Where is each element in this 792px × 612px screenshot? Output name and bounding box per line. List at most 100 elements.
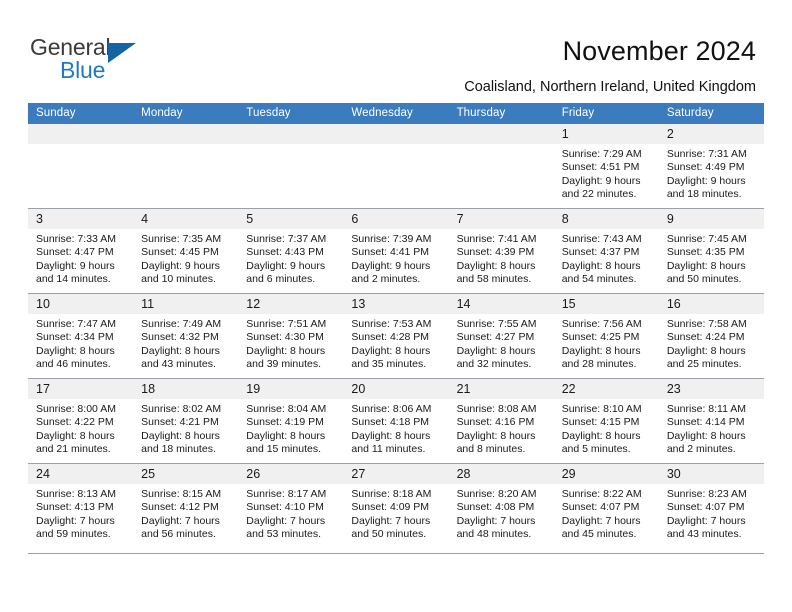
sunrise-text: Sunrise: 8:18 AM [351,488,432,500]
daylight-text: Daylight: 8 hours and 11 minutes. [351,429,431,456]
calendar-day-cell[interactable]: 16 Sunrise: 7:58 AM Sunset: 4:24 PM Dayligh… [658,293,764,379]
calendar-day-cell[interactable]: 24 Sunrise: 8:13 AM Sunset: 4:13 PM Dayligh… [28,463,134,548]
daylight-text: Daylight: 8 hours and 2 minutes. [666,429,746,456]
sunrise-text: Sunrise: 7:37 AM [246,233,327,245]
daylight-text: Daylight: 8 hours and 50 minutes. [666,259,746,286]
day-number: 5 [238,209,344,229]
sunset-text: Sunset: 4:39 PM [456,246,535,259]
calendar-day-cell[interactable]: 5 Sunrise: 7:37 AM Sunset: 4:43 PM Daylight… [238,208,344,294]
daylight-text: Daylight: 7 hours and 45 minutes. [561,514,641,541]
brand-logo[interactable]: General Blue [30,34,230,86]
calendar-day-cell[interactable]: 1 Sunrise: 7:29 AM Sunset: 4:51 PM Daylight… [553,124,659,209]
day-number: 2 [658,124,764,144]
daylight-text: Daylight: 9 hours and 6 minutes. [246,259,326,286]
calendar-day-cell-empty [238,124,344,209]
sunrise-text: Sunrise: 7:43 AM [561,233,642,245]
day-sun-info: Sunrise: 8:13 AM Sunset: 4:13 PM Daylight:… [28,484,133,542]
calendar-day-cell[interactable]: 13 Sunrise: 7:53 AM Sunset: 4:28 PM Dayligh… [343,293,449,379]
sunrise-text: Sunrise: 8:13 AM [36,488,116,500]
sunset-text: Sunset: 4:15 PM [561,416,640,429]
day-sun-info: Sunrise: 8:22 AM Sunset: 4:07 PM Daylight:… [554,484,659,542]
daylight-text: Daylight: 7 hours and 43 minutes. [666,514,746,541]
sunset-text: Sunset: 4:18 PM [351,416,430,429]
day-number: 27 [343,464,449,484]
day-number: 14 [448,294,554,314]
weekday-header-thursday: Thursday [448,103,554,124]
sunset-text: Sunset: 4:13 PM [36,501,114,514]
calendar-day-cell[interactable]: 11 Sunrise: 7:49 AM Sunset: 4:32 PM Dayligh… [133,293,239,379]
day-number: 10 [28,294,134,314]
day-sun-info: Sunrise: 7:51 AM Sunset: 4:30 PM Daylight:… [238,314,343,372]
sunset-text: Sunset: 4:47 PM [36,246,114,259]
daylight-text: Daylight: 8 hours and 21 minutes. [36,429,115,456]
sunrise-text: Sunrise: 8:10 AM [561,403,642,415]
calendar-day-cell[interactable]: 2 Sunrise: 7:31 AM Sunset: 4:49 PM Daylight… [658,124,764,209]
calendar-bottom-border [28,553,764,554]
calendar-day-cell[interactable]: 28 Sunrise: 8:20 AM Sunset: 4:08 PM Dayligh… [448,463,554,548]
calendar-day-cell[interactable]: 22 Sunrise: 8:10 AM Sunset: 4:15 PM Dayligh… [553,378,659,464]
day-number: 12 [238,294,344,314]
day-number: 17 [28,379,134,399]
calendar-day-cell[interactable]: 8 Sunrise: 7:43 AM Sunset: 4:37 PM Daylight… [553,208,659,294]
sunset-text: Sunset: 4:41 PM [351,246,430,259]
calendar-week-row: 17 Sunrise: 8:00 AM Sunset: 4:22 PM Dayligh… [28,378,764,464]
day-number: 18 [133,379,239,399]
calendar-day-cell[interactable]: 29 Sunrise: 8:22 AM Sunset: 4:07 PM Dayligh… [553,463,659,548]
day-sun-info: Sunrise: 7:53 AM Sunset: 4:28 PM Daylight:… [343,314,448,372]
sunset-text: Sunset: 4:12 PM [141,501,219,514]
sunrise-text: Sunrise: 8:02 AM [141,403,222,415]
sunrise-text: Sunrise: 7:56 AM [561,318,642,330]
sunset-text: Sunset: 4:22 PM [36,416,114,429]
day-number: 7 [448,209,554,229]
calendar-day-cell[interactable]: 18 Sunrise: 8:02 AM Sunset: 4:21 PM Dayligh… [133,378,239,464]
calendar-day-cell[interactable]: 30 Sunrise: 8:23 AM Sunset: 4:07 PM Dayligh… [658,463,764,548]
calendar-day-cell[interactable]: 23 Sunrise: 8:11 AM Sunset: 4:14 PM Dayligh… [658,378,764,464]
sunrise-text: Sunrise: 7:29 AM [561,148,642,160]
daylight-text: Daylight: 9 hours and 10 minutes. [141,259,220,286]
calendar-day-cell[interactable]: 9 Sunrise: 7:45 AM Sunset: 4:35 PM Daylight… [658,208,764,294]
weekday-header-tuesday: Tuesday [238,103,344,124]
calendar-day-cell[interactable]: 14 Sunrise: 7:55 AM Sunset: 4:27 PM Dayligh… [448,293,554,379]
calendar-day-cell[interactable]: 20 Sunrise: 8:06 AM Sunset: 4:18 PM Dayligh… [343,378,449,464]
daylight-text: Daylight: 7 hours and 59 minutes. [36,514,115,541]
day-sun-info: Sunrise: 8:06 AM Sunset: 4:18 PM Daylight:… [343,399,448,457]
calendar-week-row: 1 Sunrise: 7:29 AM Sunset: 4:51 PM Daylight… [28,124,764,209]
day-sun-info: Sunrise: 8:11 AM Sunset: 4:14 PM Daylight:… [659,399,764,457]
sunset-text: Sunset: 4:51 PM [561,161,640,174]
calendar-table: Sunday Monday Tuesday Wednesday Thursday… [28,103,764,548]
calendar-day-cell[interactable]: 19 Sunrise: 8:04 AM Sunset: 4:19 PM Dayligh… [238,378,344,464]
calendar-day-cell[interactable]: 12 Sunrise: 7:51 AM Sunset: 4:30 PM Dayligh… [238,293,344,379]
calendar-day-cell-empty [343,124,449,209]
sunrise-text: Sunrise: 7:53 AM [351,318,432,330]
daylight-text: Daylight: 9 hours and 22 minutes. [561,174,641,201]
calendar-body: 1 Sunrise: 7:29 AM Sunset: 4:51 PM Daylight… [28,124,764,548]
sunset-text: Sunset: 4:32 PM [141,331,219,344]
day-number: 16 [658,294,764,314]
day-number: 6 [343,209,449,229]
daylight-text: Daylight: 8 hours and 32 minutes. [456,344,536,371]
calendar-day-cell[interactable]: 7 Sunrise: 7:41 AM Sunset: 4:39 PM Daylight… [448,208,554,294]
sunrise-text: Sunrise: 8:23 AM [666,488,747,500]
sunset-text: Sunset: 4:10 PM [246,501,324,514]
daylight-text: Daylight: 9 hours and 14 minutes. [36,259,115,286]
calendar-day-cell[interactable]: 17 Sunrise: 8:00 AM Sunset: 4:22 PM Dayligh… [28,378,134,464]
day-sun-info: Sunrise: 8:23 AM Sunset: 4:07 PM Daylight:… [659,484,764,542]
calendar-day-cell[interactable]: 27 Sunrise: 8:18 AM Sunset: 4:09 PM Dayligh… [343,463,449,548]
page-header: General Blue November 2024 Coalisland, N… [0,0,792,100]
sunrise-text: Sunrise: 7:45 AM [666,233,747,245]
day-sun-info: Sunrise: 7:47 AM Sunset: 4:34 PM Daylight:… [28,314,133,372]
calendar-day-cell[interactable]: 21 Sunrise: 8:08 AM Sunset: 4:16 PM Dayligh… [448,378,554,464]
calendar-day-cell[interactable]: 6 Sunrise: 7:39 AM Sunset: 4:41 PM Daylight… [343,208,449,294]
calendar-day-cell[interactable]: 4 Sunrise: 7:35 AM Sunset: 4:45 PM Daylight… [133,208,239,294]
day-sun-info: Sunrise: 8:17 AM Sunset: 4:10 PM Daylight:… [238,484,343,542]
calendar-day-cell[interactable]: 25 Sunrise: 8:15 AM Sunset: 4:12 PM Dayligh… [133,463,239,548]
calendar-day-cell[interactable]: 15 Sunrise: 7:56 AM Sunset: 4:25 PM Dayligh… [553,293,659,379]
day-number: 1 [553,124,659,144]
calendar-day-cell[interactable]: 10 Sunrise: 7:47 AM Sunset: 4:34 PM Dayligh… [28,293,134,379]
calendar-day-cell[interactable]: 26 Sunrise: 8:17 AM Sunset: 4:10 PM Dayligh… [238,463,344,548]
day-sun-info: Sunrise: 7:39 AM Sunset: 4:41 PM Daylight:… [343,229,448,287]
day-sun-info: Sunrise: 8:02 AM Sunset: 4:21 PM Daylight:… [133,399,238,457]
brand-name-blue: Blue [60,57,106,83]
sunrise-text: Sunrise: 8:20 AM [456,488,537,500]
calendar-day-cell[interactable]: 3 Sunrise: 7:33 AM Sunset: 4:47 PM Daylight… [28,208,134,294]
